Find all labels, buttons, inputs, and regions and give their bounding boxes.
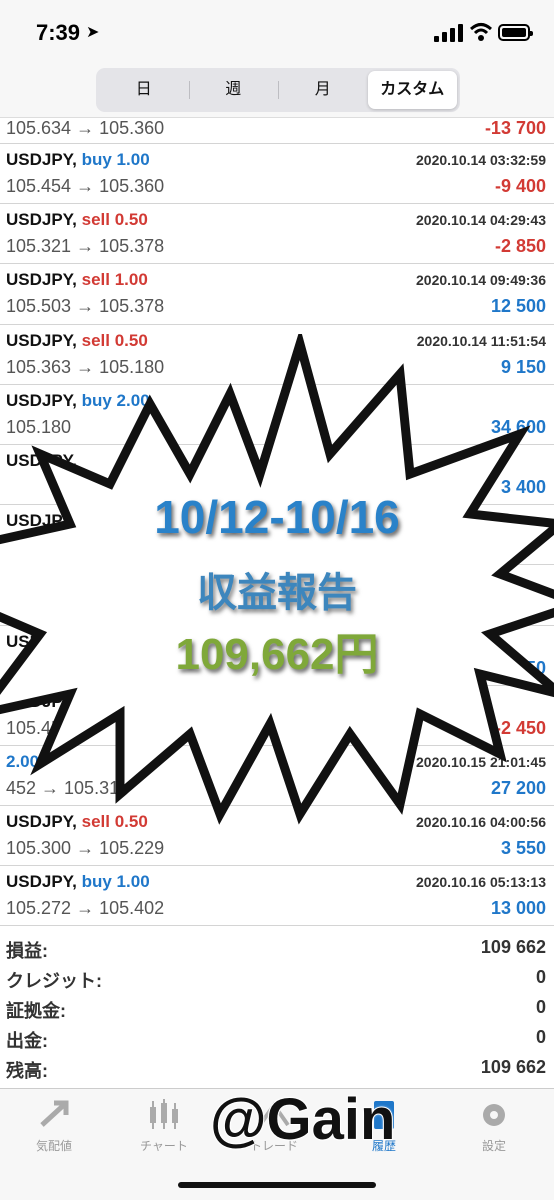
trade-title: USDJPY, buy 1.00 <box>6 872 150 892</box>
summary-section: 損益: 109 662 クレジット: 0 証拠金: 0 出金: 0 残高: 109 662 <box>0 932 554 1082</box>
trade-symbol: USDJPY, <box>6 270 77 290</box>
tab-quotes[interactable]: 気配値 <box>4 1099 104 1154</box>
summary-label: 残高: <box>6 1061 48 1081</box>
summary-deposit: 証拠金: 0 <box>0 992 554 1022</box>
segment-week[interactable]: 週 <box>188 71 279 109</box>
quotes-icon <box>40 1100 69 1127</box>
summary-withdrawal: 出金: 0 <box>0 1022 554 1052</box>
chart-icon <box>150 1099 178 1129</box>
status-time: 7:39 <box>36 20 81 45</box>
trade-title: USDJPY, sell 1.00 <box>6 270 148 290</box>
trade-side: buy 1.00 <box>81 150 150 169</box>
trade-row[interactable]: USDJPY, buy 1.00 2020.10.14 03:32:59 105.4… <box>0 144 554 205</box>
location-arrow-icon: ➤ <box>86 24 100 41</box>
trade-side: sell 1.00 <box>81 270 148 290</box>
trade-title: USDJPY, buy 1.00 <box>6 150 150 170</box>
home-indicator <box>178 1182 376 1188</box>
trade-row[interactable]: USDJPY, buy 1.00 2020.10.16 05:13:13 105.2… <box>0 866 554 927</box>
price-range: 105.634 → 105.360 <box>6 118 165 138</box>
trade-time: 2020.10.14 09:49:36 <box>416 272 546 289</box>
overlay-amount: 109,662円 <box>174 629 379 680</box>
trade-time: 2020.10.14 04:29:43 <box>416 212 546 229</box>
summary-profit: 損益: 109 662 <box>0 932 554 962</box>
profit-value: -9 400 <box>494 176 546 196</box>
segment-month[interactable]: 月 <box>278 71 368 109</box>
price-range: 105.272 → 105.402 <box>6 898 165 919</box>
price-range: 105.300 → 105.229 <box>6 838 165 859</box>
summary-label: 出金: <box>6 1031 48 1051</box>
trade-symbol: USDJPY, <box>6 210 77 230</box>
overlay-period: 10/12-10/16 <box>153 490 401 544</box>
profit-value: 3 550 <box>500 838 546 859</box>
tab-label: チャート <box>140 1139 188 1153</box>
tab-label: 設定 <box>481 1139 506 1153</box>
summary-value: 0 <box>535 997 546 1017</box>
history-row-partial[interactable]: 105.634 → 105.360 -13 700 <box>0 118 554 144</box>
wifi-icon <box>470 23 492 41</box>
battery-icon <box>498 24 533 41</box>
price-range: 105.503 → 105.378 <box>6 296 165 317</box>
segment-day[interactable]: 日 <box>99 71 189 109</box>
summary-value: 109 662 <box>480 937 546 957</box>
trade-time: 2020.10.16 05:13:13 <box>416 874 546 891</box>
trade-side: sell 0.50 <box>81 210 148 230</box>
tab-chart[interactable]: チャート <box>114 1099 214 1154</box>
trade-time: 2020.10.14 03:32:59 <box>416 152 546 168</box>
period-segmented-control: 日 週 月 カスタム <box>96 68 460 112</box>
trade-title: USDJPY, sell 0.50 <box>6 210 148 230</box>
profit-value: 13 000 <box>490 898 546 919</box>
summary-value: 109 662 <box>480 1057 546 1077</box>
trade-row[interactable]: USDJPY, sell 0.50 2020.10.14 04:29:43 105.… <box>0 204 554 265</box>
period-segmented-control-bar: 日 週 月 カスタム <box>0 64 554 118</box>
watermark: @Gain <box>209 1086 396 1153</box>
tab-label: 気配値 <box>35 1139 72 1153</box>
profit-value: -13 700 <box>484 118 546 138</box>
tab-settings[interactable]: 設定 <box>444 1099 544 1154</box>
overlay-title: 収益報告 <box>196 570 358 616</box>
summary-label: 損益: <box>6 941 48 961</box>
summary-value: 0 <box>535 967 546 987</box>
summary-credit: クレジット: 0 <box>0 962 554 992</box>
profit-value: -2 850 <box>494 236 546 257</box>
summary-balance: 残高: 109 662 <box>0 1052 554 1082</box>
settings-icon <box>483 1104 505 1126</box>
price-range: 105.454 → 105.360 <box>6 176 165 196</box>
profit-value: 12 500 <box>490 296 546 317</box>
trade-side: buy 1.00 <box>81 872 150 892</box>
signal-icon <box>434 24 464 42</box>
trade-row[interactable]: USDJPY, sell 1.00 2020.10.14 09:49:36 105.… <box>0 264 554 325</box>
price-range: 105.321 → 105.378 <box>6 236 165 257</box>
segment-custom[interactable]: カスタム <box>367 71 457 109</box>
trade-symbol: USDJPY, <box>6 150 77 169</box>
summary-value: 0 <box>535 1027 546 1047</box>
status-bar: 7:39 ➤ <box>0 0 554 64</box>
trade-symbol: USDJPY, <box>6 872 77 892</box>
summary-label: 証拠金: <box>6 1001 66 1021</box>
summary-label: クレジット: <box>6 971 102 991</box>
